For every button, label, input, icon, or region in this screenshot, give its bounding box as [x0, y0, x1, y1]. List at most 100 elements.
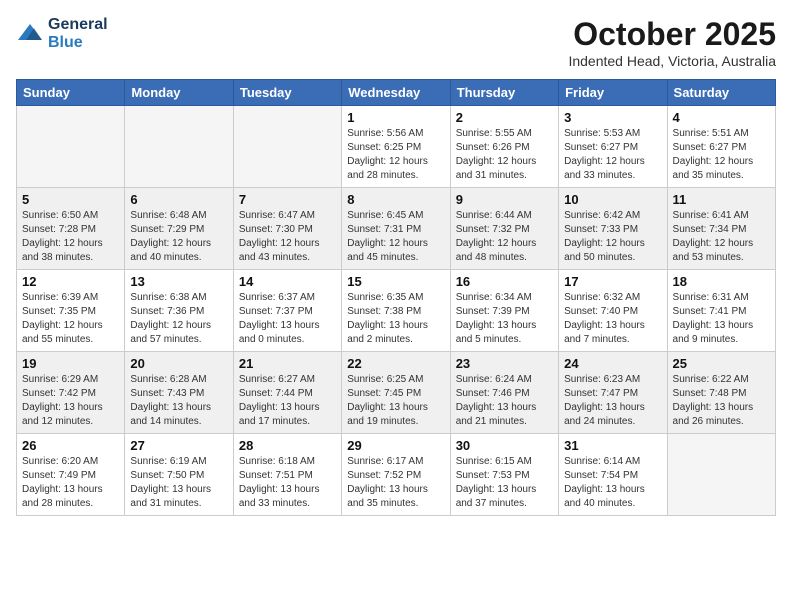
day-number: 14 — [239, 274, 336, 289]
day-info: Sunrise: 6:42 AM Sunset: 7:33 PM Dayligh… — [564, 209, 661, 265]
month-title: October 2025 — [568, 16, 776, 53]
day-number: 12 — [22, 274, 119, 289]
day-info: Sunrise: 6:45 AM Sunset: 7:31 PM Dayligh… — [347, 209, 444, 265]
calendar-cell: 29 Sunrise: 6:17 AM Sunset: 7:52 PM Dayli… — [342, 434, 450, 516]
day-info: Sunrise: 6:47 AM Sunset: 7:30 PM Dayligh… — [239, 209, 336, 265]
weekday-header-monday: Monday — [125, 80, 233, 106]
day-number: 16 — [456, 274, 553, 289]
calendar-cell: 14 Sunrise: 6:37 AM Sunset: 7:37 PM Dayli… — [233, 270, 341, 352]
weekday-header-thursday: Thursday — [450, 80, 558, 106]
day-info: Sunrise: 6:17 AM Sunset: 7:52 PM Dayligh… — [347, 455, 444, 511]
calendar-cell: 11 Sunrise: 6:41 AM Sunset: 7:34 PM Dayli… — [667, 188, 775, 270]
day-number: 20 — [130, 356, 227, 371]
day-number: 10 — [564, 192, 661, 207]
day-number: 7 — [239, 192, 336, 207]
calendar-cell: 4 Sunrise: 5:51 AM Sunset: 6:27 PM Daylig… — [667, 106, 775, 188]
location: Indented Head, Victoria, Australia — [568, 53, 776, 69]
calendar-cell: 5 Sunrise: 6:50 AM Sunset: 7:28 PM Daylig… — [17, 188, 125, 270]
calendar-cell: 1Sunrise: 5:56 AM Sunset: 6:25 PM Daylig… — [342, 106, 450, 188]
weekday-header-sunday: Sunday — [17, 80, 125, 106]
day-number: 28 — [239, 438, 336, 453]
day-number: 6 — [130, 192, 227, 207]
day-info: Sunrise: 6:35 AM Sunset: 7:38 PM Dayligh… — [347, 291, 444, 347]
calendar-cell: 20 Sunrise: 6:28 AM Sunset: 7:43 PM Dayli… — [125, 352, 233, 434]
day-number: 31 — [564, 438, 661, 453]
day-info: Sunrise: 6:28 AM Sunset: 7:43 PM Dayligh… — [130, 373, 227, 429]
weekday-header-wednesday: Wednesday — [342, 80, 450, 106]
day-number: 25 — [673, 356, 770, 371]
weekday-header-friday: Friday — [559, 80, 667, 106]
calendar-cell: 24 Sunrise: 6:23 AM Sunset: 7:47 PM Dayli… — [559, 352, 667, 434]
day-number: 5 — [22, 192, 119, 207]
day-number: 29 — [347, 438, 444, 453]
day-number: 19 — [22, 356, 119, 371]
calendar-cell: 8Sunrise: 6:45 AM Sunset: 7:31 PM Daylig… — [342, 188, 450, 270]
day-number: 15 — [347, 274, 444, 289]
weekday-header-saturday: Saturday — [667, 80, 775, 106]
weekday-header-row: SundayMondayTuesdayWednesdayThursdayFrid… — [17, 80, 776, 106]
day-info: Sunrise: 6:25 AM Sunset: 7:45 PM Dayligh… — [347, 373, 444, 429]
day-info: Sunrise: 6:14 AM Sunset: 7:54 PM Dayligh… — [564, 455, 661, 511]
day-number: 3 — [564, 110, 661, 125]
day-info: Sunrise: 6:22 AM Sunset: 7:48 PM Dayligh… — [673, 373, 770, 429]
day-info: Sunrise: 6:37 AM Sunset: 7:37 PM Dayligh… — [239, 291, 336, 347]
day-number: 22 — [347, 356, 444, 371]
calendar-week-0: 1Sunrise: 5:56 AM Sunset: 6:25 PM Daylig… — [17, 106, 776, 188]
calendar-cell: 2Sunrise: 5:55 AM Sunset: 6:26 PM Daylig… — [450, 106, 558, 188]
calendar-cell: 18 Sunrise: 6:31 AM Sunset: 7:41 PM Dayli… — [667, 270, 775, 352]
calendar-cell: 15 Sunrise: 6:35 AM Sunset: 7:38 PM Dayli… — [342, 270, 450, 352]
calendar-cell: 9 Sunrise: 6:44 AM Sunset: 7:32 PM Daylig… — [450, 188, 558, 270]
day-info: Sunrise: 5:53 AM Sunset: 6:27 PM Dayligh… — [564, 127, 661, 183]
logo: General Blue — [16, 16, 108, 52]
day-info: Sunrise: 6:38 AM Sunset: 7:36 PM Dayligh… — [130, 291, 227, 347]
calendar-cell: 30 Sunrise: 6:15 AM Sunset: 7:53 PM Dayli… — [450, 434, 558, 516]
day-info: Sunrise: 6:39 AM Sunset: 7:35 PM Dayligh… — [22, 291, 119, 347]
calendar-cell: 26Sunrise: 6:20 AM Sunset: 7:49 PM Dayli… — [17, 434, 125, 516]
calendar-table: SundayMondayTuesdayWednesdayThursdayFrid… — [16, 79, 776, 516]
calendar-week-3: 19 Sunrise: 6:29 AM Sunset: 7:42 PM Dayli… — [17, 352, 776, 434]
calendar-week-4: 26Sunrise: 6:20 AM Sunset: 7:49 PM Dayli… — [17, 434, 776, 516]
day-number: 24 — [564, 356, 661, 371]
day-info: Sunrise: 6:50 AM Sunset: 7:28 PM Dayligh… — [22, 209, 119, 265]
calendar-cell — [233, 106, 341, 188]
calendar-cell: 22 Sunrise: 6:25 AM Sunset: 7:45 PM Dayli… — [342, 352, 450, 434]
day-info: Sunrise: 6:41 AM Sunset: 7:34 PM Dayligh… — [673, 209, 770, 265]
day-number: 30 — [456, 438, 553, 453]
day-number: 18 — [673, 274, 770, 289]
calendar-cell: 3 Sunrise: 5:53 AM Sunset: 6:27 PM Daylig… — [559, 106, 667, 188]
calendar-cell: 23Sunrise: 6:24 AM Sunset: 7:46 PM Dayli… — [450, 352, 558, 434]
calendar-cell: 13 Sunrise: 6:38 AM Sunset: 7:36 PM Dayli… — [125, 270, 233, 352]
day-info: Sunrise: 6:44 AM Sunset: 7:32 PM Dayligh… — [456, 209, 553, 265]
calendar-cell — [667, 434, 775, 516]
logo-text: General Blue — [48, 16, 108, 52]
weekday-header-tuesday: Tuesday — [233, 80, 341, 106]
day-info: Sunrise: 6:48 AM Sunset: 7:29 PM Dayligh… — [130, 209, 227, 265]
day-number: 11 — [673, 192, 770, 207]
day-info: Sunrise: 5:51 AM Sunset: 6:27 PM Dayligh… — [673, 127, 770, 183]
calendar-cell: 31 Sunrise: 6:14 AM Sunset: 7:54 PM Dayli… — [559, 434, 667, 516]
calendar-cell — [17, 106, 125, 188]
page-header: General Blue October 2025 Indented Head,… — [16, 16, 776, 69]
day-info: Sunrise: 6:18 AM Sunset: 7:51 PM Dayligh… — [239, 455, 336, 511]
day-info: Sunrise: 6:15 AM Sunset: 7:53 PM Dayligh… — [456, 455, 553, 511]
day-number: 13 — [130, 274, 227, 289]
calendar-cell: 17Sunrise: 6:32 AM Sunset: 7:40 PM Dayli… — [559, 270, 667, 352]
calendar-cell: 25 Sunrise: 6:22 AM Sunset: 7:48 PM Dayli… — [667, 352, 775, 434]
calendar-cell: 27Sunrise: 6:19 AM Sunset: 7:50 PM Dayli… — [125, 434, 233, 516]
calendar-cell: 21Sunrise: 6:27 AM Sunset: 7:44 PM Dayli… — [233, 352, 341, 434]
day-number: 1 — [347, 110, 444, 125]
calendar-cell: 10 Sunrise: 6:42 AM Sunset: 7:33 PM Dayli… — [559, 188, 667, 270]
day-info: Sunrise: 6:29 AM Sunset: 7:42 PM Dayligh… — [22, 373, 119, 429]
day-number: 4 — [673, 110, 770, 125]
day-info: Sunrise: 6:24 AM Sunset: 7:46 PM Dayligh… — [456, 373, 553, 429]
day-info: Sunrise: 6:31 AM Sunset: 7:41 PM Dayligh… — [673, 291, 770, 347]
calendar-week-2: 12 Sunrise: 6:39 AM Sunset: 7:35 PM Dayli… — [17, 270, 776, 352]
calendar-week-1: 5 Sunrise: 6:50 AM Sunset: 7:28 PM Daylig… — [17, 188, 776, 270]
day-number: 2 — [456, 110, 553, 125]
day-info: Sunrise: 6:34 AM Sunset: 7:39 PM Dayligh… — [456, 291, 553, 347]
day-number: 17 — [564, 274, 661, 289]
title-block: October 2025 Indented Head, Victoria, Au… — [568, 16, 776, 69]
day-number: 9 — [456, 192, 553, 207]
day-info: Sunrise: 6:23 AM Sunset: 7:47 PM Dayligh… — [564, 373, 661, 429]
day-number: 21 — [239, 356, 336, 371]
